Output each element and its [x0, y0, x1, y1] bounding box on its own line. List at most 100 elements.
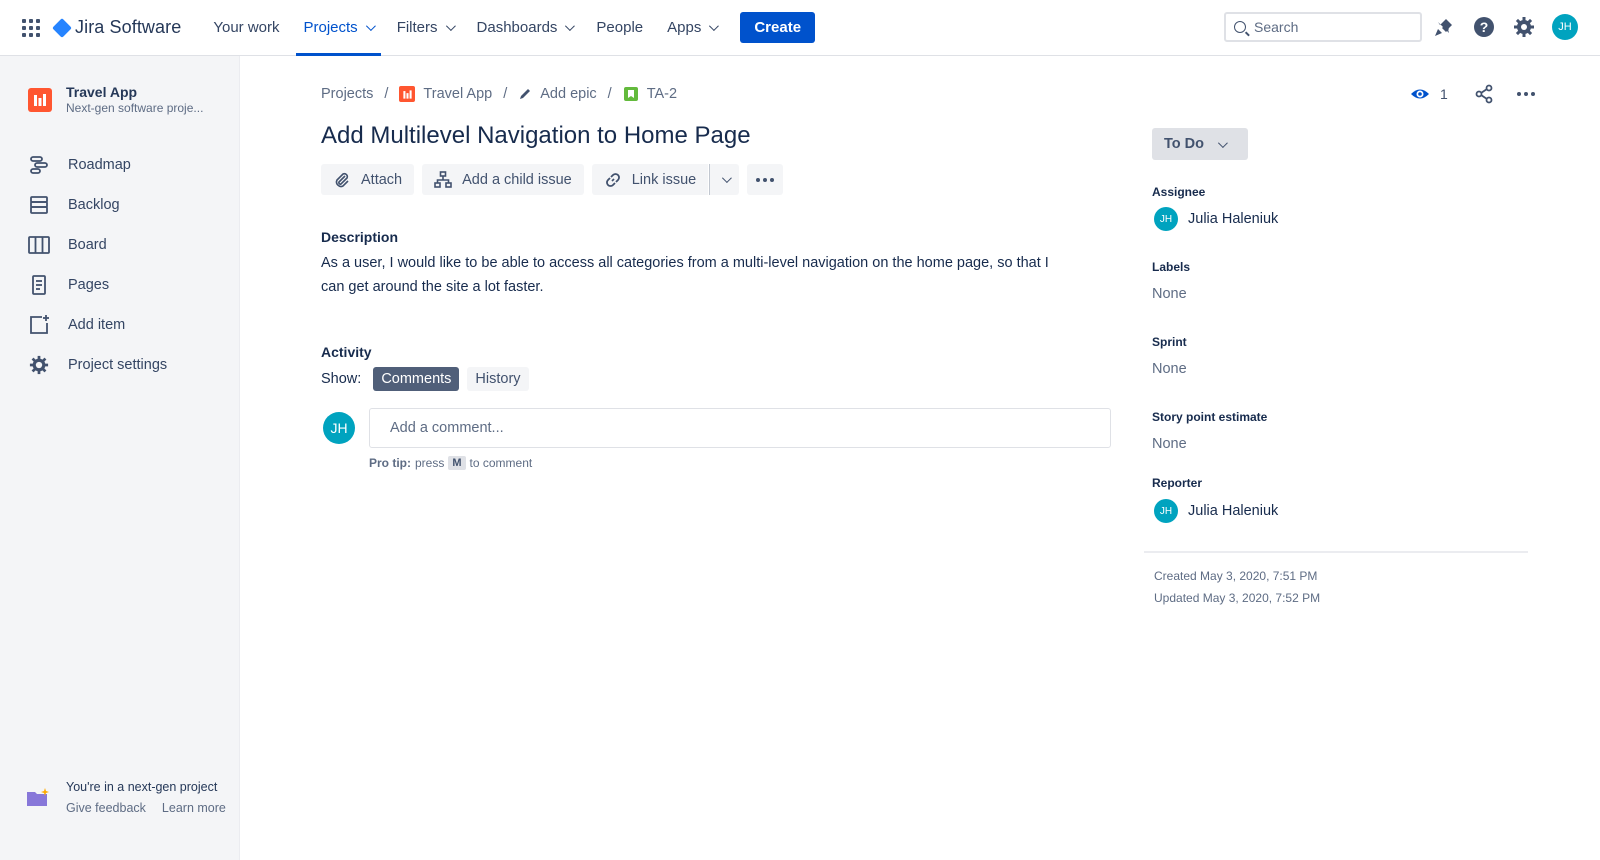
tab-history[interactable]: History: [467, 367, 529, 391]
sidebar-item-pages[interactable]: Pages: [0, 265, 239, 305]
nav-projects[interactable]: Projects: [292, 0, 385, 56]
story-point-value[interactable]: None: [1152, 436, 1187, 452]
comment-composer: JH Add a comment...: [323, 408, 1111, 448]
project-avatar-icon: [399, 86, 416, 102]
tab-comments[interactable]: Comments: [373, 367, 460, 391]
sidebar-item-label: Roadmap: [68, 157, 131, 173]
settings-gear-icon[interactable]: [1512, 15, 1536, 39]
primary-nav: Your work Projects Filters Dashboards Pe…: [201, 0, 816, 56]
sidebar-item-label: Board: [68, 237, 107, 253]
more-icon[interactable]: [1516, 84, 1536, 104]
jira-logo[interactable]: Jira Software: [52, 17, 181, 38]
labels-value[interactable]: None: [1152, 286, 1187, 302]
attach-label: Attach: [361, 171, 403, 188]
nav-dashboards[interactable]: Dashboards: [465, 0, 585, 56]
nav-apps[interactable]: Apps: [655, 0, 728, 56]
assignee-field[interactable]: JH Julia Haleniuk: [1154, 207, 1278, 231]
comment-input[interactable]: Add a comment...: [369, 408, 1111, 448]
reporter-name: Julia Haleniuk: [1188, 503, 1279, 519]
project-name: Travel App: [66, 84, 138, 100]
add-child-issue-label: Add a child issue: [462, 171, 572, 188]
sidebar-item-roadmap[interactable]: Roadmap: [0, 145, 239, 185]
chevron-down-icon: [1217, 137, 1228, 148]
notifications-icon[interactable]: [1432, 15, 1456, 39]
user-avatar[interactable]: JH: [1552, 14, 1578, 40]
chevron-down-icon: [445, 21, 456, 32]
watchers-count: 1: [1440, 86, 1448, 102]
pro-tip-key: M: [448, 456, 466, 470]
breadcrumb-separator: /: [607, 86, 612, 102]
chevron-down-icon: [365, 21, 376, 32]
status-dropdown[interactable]: To Do: [1152, 128, 1248, 160]
help-icon[interactable]: ?: [1472, 15, 1496, 39]
activity-heading: Activity: [321, 344, 372, 360]
assignee-label: Assignee: [1152, 185, 1206, 199]
eye-icon: [1411, 89, 1429, 99]
avatar: JH: [323, 412, 355, 444]
avatar: JH: [1154, 207, 1178, 231]
issue-actions: [1474, 84, 1536, 104]
attach-button[interactable]: Attach: [321, 164, 415, 195]
assignee-name: Julia Haleniuk: [1188, 211, 1279, 227]
nav-apps-label: Apps: [667, 19, 702, 36]
sidebar-item-board[interactable]: Board: [0, 225, 239, 265]
add-item-icon: [28, 314, 50, 336]
nav-projects-label: Projects: [303, 19, 358, 36]
watch-button[interactable]: 1: [1410, 84, 1448, 104]
create-button[interactable]: Create: [740, 12, 816, 43]
folder-sparkle-icon: [27, 788, 49, 806]
issue-toolbar: Attach Add a child issue Link issue: [321, 164, 784, 195]
avatar-initials: JH: [330, 420, 348, 436]
sprint-value[interactable]: None: [1152, 361, 1187, 377]
search-placeholder: Search: [1254, 19, 1299, 35]
show-label: Show:: [321, 371, 362, 387]
sidebar-item-backlog[interactable]: Backlog: [0, 185, 239, 225]
paperclip-icon: [335, 172, 349, 187]
more-icon: [756, 177, 775, 182]
breadcrumb-issue-key-label: TA-2: [646, 86, 678, 102]
project-sidebar: Travel App Next-gen software proje... Ro…: [0, 56, 240, 860]
nav-people-label: People: [596, 19, 644, 36]
link-issue-button[interactable]: Link issue: [591, 164, 709, 195]
breadcrumb-project[interactable]: Travel App: [399, 86, 492, 102]
give-feedback-link[interactable]: Give feedback: [66, 801, 146, 815]
share-icon[interactable]: [1474, 84, 1494, 104]
story-icon: [623, 87, 638, 101]
search-input[interactable]: Search: [1224, 12, 1422, 42]
more-actions-button[interactable]: [747, 164, 784, 195]
svg-text:?: ?: [1480, 19, 1489, 35]
link-issue-dropdown[interactable]: [709, 164, 740, 195]
description-heading: Description: [321, 229, 399, 245]
roadmap-icon: [28, 154, 50, 176]
hierarchy-icon: [434, 170, 452, 188]
reporter-label: Reporter: [1152, 476, 1203, 490]
nav-filters[interactable]: Filters: [385, 0, 465, 56]
nav-people[interactable]: People: [584, 0, 655, 56]
user-initials: JH: [1558, 21, 1572, 33]
app-switcher-icon[interactable]: [22, 18, 42, 38]
avatar-initials: JH: [1159, 213, 1173, 225]
breadcrumb-issue-key[interactable]: TA-2: [623, 86, 677, 102]
breadcrumb: Projects / Travel App / Add epic / TA-2: [321, 86, 677, 102]
story-point-label: Story point estimate: [1152, 410, 1268, 424]
nav-dashboards-label: Dashboards: [476, 19, 558, 36]
search-icon: [1234, 21, 1246, 33]
learn-more-link[interactable]: Learn more: [162, 801, 226, 815]
pro-tip-suffix: to comment: [469, 456, 533, 470]
nav-your-work[interactable]: Your work: [201, 0, 291, 56]
breadcrumb-projects[interactable]: Projects: [321, 86, 373, 102]
breadcrumb-add-epic-label: Add epic: [540, 86, 597, 102]
breadcrumb-add-epic[interactable]: Add epic: [518, 86, 597, 102]
sidebar-item-project-settings[interactable]: Project settings: [0, 345, 239, 385]
sidebar-item-add-item[interactable]: Add item: [0, 305, 239, 345]
jira-diamond-icon: [52, 17, 72, 38]
add-child-issue-button[interactable]: Add a child issue: [422, 164, 584, 195]
project-header[interactable]: Travel App Next-gen software proje...: [28, 84, 239, 115]
activity-filter: Show: Comments History: [321, 367, 529, 391]
next-gen-notice-text: You're in a next-gen project: [66, 780, 218, 794]
description-text[interactable]: As a user, I would like to be able to ac…: [321, 251, 1071, 299]
labels-label: Labels: [1152, 260, 1191, 274]
pencil-icon: [520, 89, 531, 99]
reporter-field[interactable]: JH Julia Haleniuk: [1154, 499, 1278, 523]
issue-title[interactable]: Add Multilevel Navigation to Home Page: [321, 122, 751, 150]
